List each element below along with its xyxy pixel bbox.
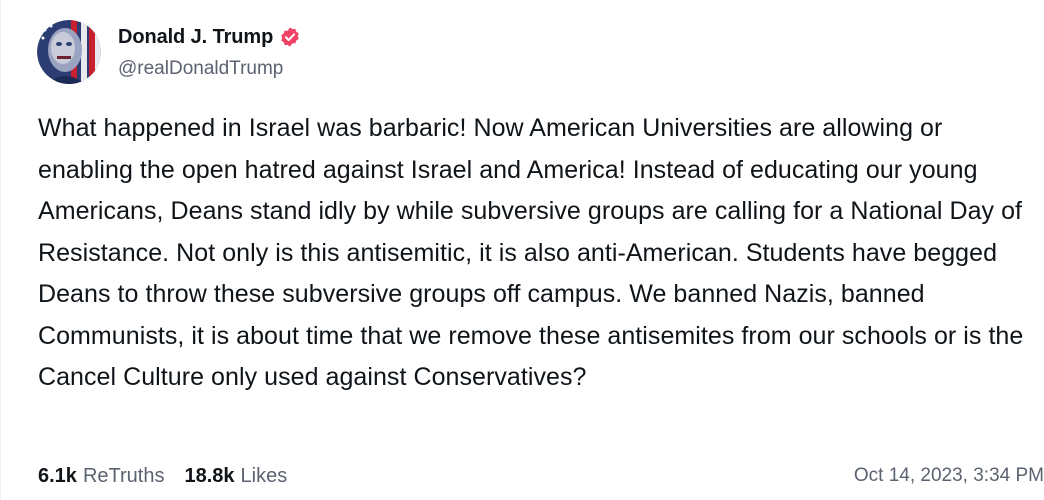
- author-names: Donald J. Trump @realDonaldTrump: [118, 20, 301, 80]
- likes-label: Likes: [240, 464, 288, 487]
- retruths-stat[interactable]: 6.1k ReTruths: [38, 465, 164, 488]
- avatar-image: [37, 20, 101, 84]
- display-name-row: Donald J. Trump: [118, 25, 301, 49]
- display-name[interactable]: Donald J. Trump: [118, 26, 273, 49]
- post-footer: 6.1k ReTruths 18.8k Likes Oct 14, 2023, …: [38, 462, 1044, 490]
- author-handle[interactable]: @realDonaldTrump: [118, 58, 301, 80]
- retruths-label: ReTruths: [82, 464, 165, 487]
- retruths-count: 6.1k: [38, 464, 77, 487]
- post-card: Donald J. Trump @realDonaldTrump What ha…: [0, 0, 1044, 500]
- post-text: What happened in Israel was barbaric! No…: [38, 114, 1024, 391]
- likes-count: 18.8k: [184, 464, 235, 487]
- post-header: Donald J. Trump @realDonaldTrump: [37, 20, 301, 84]
- post-timestamp[interactable]: Oct 14, 2023, 3:34 PM: [854, 465, 1044, 487]
- likes-stat[interactable]: 18.8k Likes: [184, 465, 287, 488]
- verified-badge-icon: [279, 26, 301, 48]
- avatar[interactable]: [37, 20, 101, 84]
